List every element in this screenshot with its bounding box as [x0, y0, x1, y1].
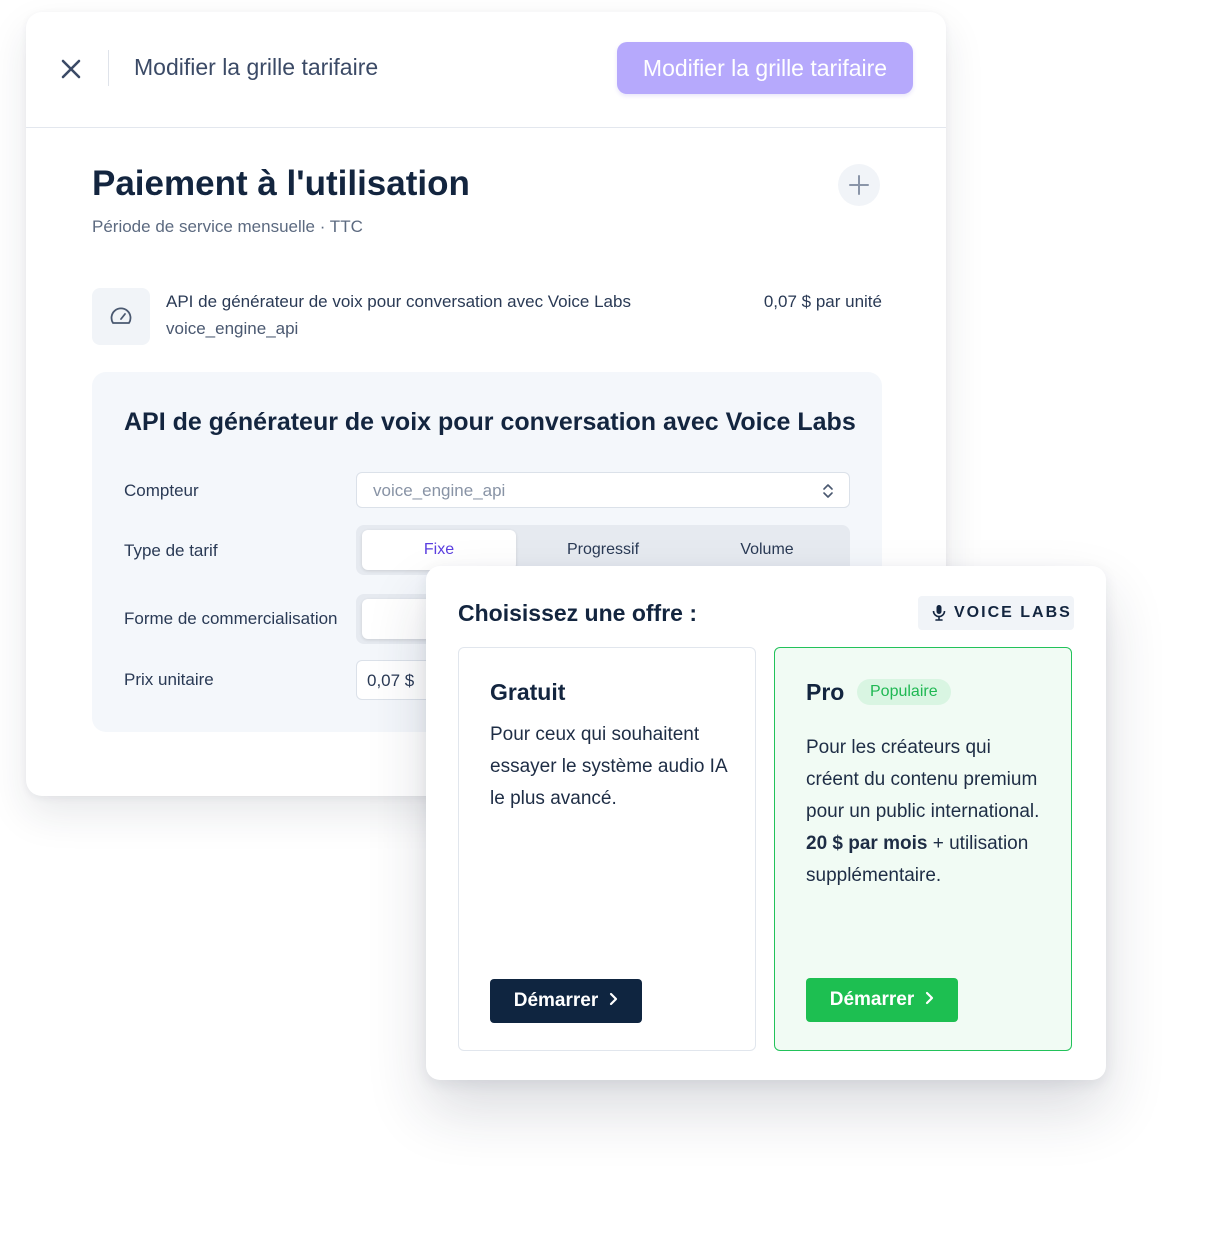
- start-pro-button[interactable]: Démarrer: [806, 978, 958, 1022]
- section-subtitle: Période de service mensuelle · TTC: [92, 217, 363, 236]
- button-label: Démarrer: [513, 990, 599, 1011]
- page-title: Modifier la grille tarifaire: [134, 54, 379, 80]
- chevron-right-icon: [608, 990, 618, 1012]
- section-title: Paiement à l'utilisation: [92, 164, 470, 203]
- brand-name: VOICE LABS: [954, 604, 1072, 621]
- edit-pricing-button[interactable]: Modifier la grille tarifaire: [617, 42, 913, 94]
- rate-type-volume[interactable]: Volume: [690, 530, 844, 570]
- unit-price-label: Prix unitaire: [124, 670, 214, 689]
- details-title: API de générateur de voix pour conversat…: [124, 408, 856, 436]
- close-icon: [61, 59, 81, 79]
- meter-select[interactable]: voice_engine_api: [356, 472, 850, 508]
- sale-form-label: Forme de commercialisation: [124, 609, 338, 628]
- microphone-icon: [932, 605, 946, 621]
- plan-description-text: Pour les créateurs qui créent du contenu…: [806, 737, 1040, 822]
- chevron-up-down-icon: [823, 484, 833, 498]
- meter-item-name: API de générateur de voix pour conversat…: [166, 292, 631, 311]
- rate-type-label: Type de tarif: [124, 541, 218, 560]
- divider: [108, 50, 109, 86]
- plan-card-pro: Pro Populaire Pour les créateurs qui cré…: [774, 647, 1072, 1051]
- popular-badge: Populaire: [857, 679, 951, 705]
- gauge-icon: [110, 307, 132, 324]
- meter-select-value: voice_engine_api: [373, 481, 506, 500]
- brand-logo: VOICE LABS: [918, 596, 1074, 630]
- plus-icon: [849, 175, 869, 195]
- start-free-button[interactable]: Démarrer: [490, 979, 642, 1023]
- meter-label: Compteur: [124, 481, 199, 500]
- add-button[interactable]: [838, 164, 880, 206]
- top-bar: Modifier la grille tarifaire Modifier la…: [26, 12, 946, 128]
- plan-price: 20 $ par mois: [806, 833, 928, 854]
- meter-item-code: voice_engine_api: [166, 319, 299, 338]
- plan-card-free: Gratuit Pour ceux qui souhaitent essayer…: [458, 647, 756, 1051]
- plan-description: Pour ceux qui souhaitent essayer le syst…: [490, 724, 727, 809]
- rate-type-tiered[interactable]: Progressif: [526, 530, 680, 570]
- rate-type-fixed[interactable]: Fixe: [362, 530, 516, 570]
- chevron-right-icon: [924, 989, 934, 1011]
- button-label: Démarrer: [829, 989, 915, 1010]
- offer-title: Choisissez une offre :: [458, 600, 697, 626]
- plan-description: Pour les créateurs qui créent du contenu…: [806, 732, 1046, 892]
- meter-item-price: 0,07 $ par unité: [763, 292, 882, 311]
- close-button[interactable]: [56, 54, 86, 84]
- plan-title: Pro: [806, 679, 845, 705]
- plan-title: Gratuit: [490, 679, 566, 705]
- meter-item-icon-box: [92, 288, 150, 345]
- offer-selection-panel: Choisissez une offre : VOICE LABS Gratui…: [426, 566, 1106, 1080]
